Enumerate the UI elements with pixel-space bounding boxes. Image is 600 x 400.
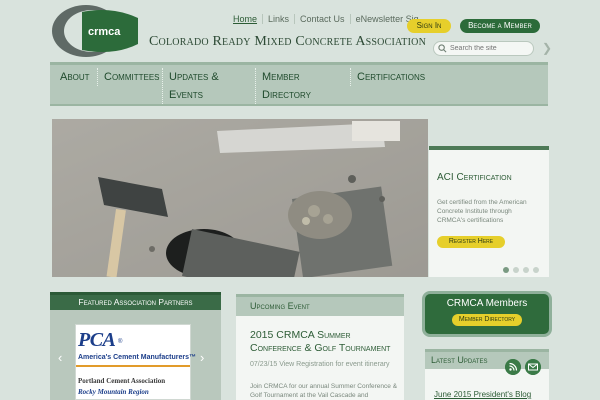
slider-dot[interactable] <box>503 267 509 273</box>
slider-dot[interactable] <box>533 267 539 273</box>
pca-region: Rocky Mountain Region <box>78 388 149 396</box>
nav-item-directory-label: Directory <box>262 89 311 101</box>
aci-text: Get certified from the American Concrete… <box>437 199 527 224</box>
crmca-members-panel: CRMCA Members Member Directory <box>422 291 552 337</box>
pca-logo: PCA <box>78 329 116 351</box>
pca-tagline: America's Cement Manufacturers™ <box>78 354 196 361</box>
nav-item-events-label: Events <box>169 89 204 101</box>
featured-partners: Featured Association Partners ‹ PCA ® Am… <box>50 292 221 400</box>
top-links: Home Links Contact Us eNewsletter Sig <box>228 14 424 24</box>
rss-icon[interactable] <box>505 359 521 375</box>
logo-text: crmca <box>88 26 121 38</box>
org-name: Colorado Ready Mixed Concrete Associatio… <box>149 34 426 49</box>
hero-image <box>52 119 428 277</box>
nav-item-member-label: Member <box>262 71 300 83</box>
search-icon[interactable] <box>438 44 447 53</box>
slider-dots <box>503 267 539 273</box>
slider-dot[interactable] <box>513 267 519 273</box>
aci-panel: ACI Certification Get certified from the… <box>429 146 549 277</box>
event-date[interactable]: 07/23/15 View Registration for event iti… <box>250 360 400 369</box>
upcoming-event: Upcoming Event 2015 CRMCA Summer Confere… <box>236 294 404 400</box>
register-here-button[interactable]: Register Here <box>437 236 505 248</box>
search-arrow-icon[interactable]: ❯ <box>542 41 552 55</box>
crmca-logo[interactable]: crmca <box>52 4 142 58</box>
update-item-link[interactable]: June 2015 President's Blog <box>434 390 531 399</box>
member-directory-button[interactable]: Member Directory <box>452 314 522 326</box>
top-link-home[interactable]: Home <box>228 14 262 24</box>
top-link-contact[interactable]: Contact Us <box>294 14 350 24</box>
members-title: CRMCA Members <box>446 298 528 309</box>
pca-name: Portland Cement Association <box>78 377 166 385</box>
nav-item-committees[interactable]: Committees <box>97 68 160 86</box>
event-description: Join CRMCA for our annual Summer Confere… <box>250 383 398 399</box>
nav-item-certifications[interactable]: Certifications <box>350 68 425 86</box>
pca-registered-mark: ® <box>118 339 123 345</box>
nav-item-member-directory[interactable]: Member Directory <box>255 68 311 104</box>
slider-dot[interactable] <box>523 267 529 273</box>
partners-title: Featured Association Partners <box>50 292 221 310</box>
page: crmca Colorado Ready Mixed Concrete Asso… <box>0 0 600 400</box>
sign-in-button[interactable]: Sign In <box>407 19 451 33</box>
mail-icon[interactable] <box>525 359 541 375</box>
event-heading: Upcoming Event <box>236 294 404 316</box>
nav-item-about[interactable]: About <box>54 68 90 86</box>
become-member-button[interactable]: Become a Member <box>460 19 540 33</box>
main-nav: About Committees Updates & Events Member… <box>50 62 548 106</box>
aci-title: ACI Certification <box>437 172 512 183</box>
chevron-right-icon[interactable]: › <box>200 350 204 365</box>
pca-divider <box>76 365 190 367</box>
event-title[interactable]: 2015 CRMCA Summer Conference & Golf Tour… <box>250 329 398 355</box>
search-input[interactable] <box>450 45 530 52</box>
nav-item-updates-events[interactable]: Updates & Events <box>162 68 219 104</box>
latest-updates: Latest Updates June 2015 President's Blo… <box>425 349 549 400</box>
chevron-left-icon[interactable]: ‹ <box>58 350 62 365</box>
top-link-links[interactable]: Links <box>262 14 294 24</box>
partner-card[interactable]: PCA ® America's Cement Manufacturers™ Po… <box>75 324 196 400</box>
nav-item-updates-label: Updates & <box>169 71 219 83</box>
search-box <box>433 41 534 56</box>
